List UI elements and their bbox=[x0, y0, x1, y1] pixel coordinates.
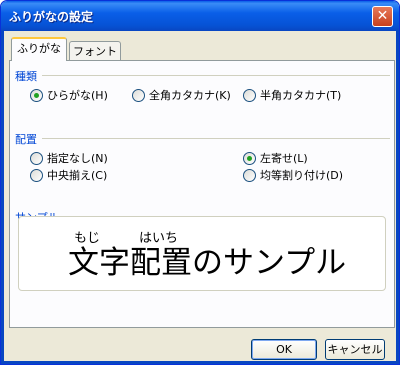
window-frame-left bbox=[1, 31, 4, 364]
title-bar[interactable]: ふりがなの設定 ✕ bbox=[1, 1, 399, 31]
radio-label: ひらがな(H) bbox=[47, 89, 108, 102]
radio-unchecked-icon bbox=[243, 88, 256, 102]
radio-label: 半角カタカナ(T) bbox=[260, 89, 342, 102]
tab-label: ふりがな bbox=[17, 42, 61, 55]
window-frame-bottom bbox=[1, 361, 399, 364]
tab-furigana[interactable]: ふりがな bbox=[11, 37, 67, 61]
radio-center[interactable]: 中央揃え(C) bbox=[30, 167, 107, 183]
sample-ruby-moji: もじ bbox=[74, 231, 101, 246]
align-group-label: 配置 bbox=[15, 133, 37, 146]
dialog-window: ふりがなの設定 ✕ ふりがな フォント 種類 ひらがな(H) 全角カタカナ(K)… bbox=[0, 0, 400, 365]
radio-unchecked-icon bbox=[132, 88, 145, 102]
radio-checked-icon bbox=[30, 88, 43, 102]
radio-none[interactable]: 指定なし(N) bbox=[30, 150, 108, 166]
radio-label: 均等割り付け(D) bbox=[260, 169, 344, 182]
type-group-label: 種類 bbox=[15, 70, 37, 83]
cancel-button[interactable]: キャンセル bbox=[325, 339, 385, 360]
tab-label: フォント bbox=[73, 45, 117, 58]
radio-label: 中央揃え(C) bbox=[47, 169, 108, 182]
sample-text: 文字配置のサンプル bbox=[68, 245, 347, 281]
radio-label: 全角カタカナ(K) bbox=[149, 89, 231, 102]
radio-zenkaku-katakana[interactable]: 全角カタカナ(K) bbox=[132, 87, 231, 103]
radio-hankaku-katakana[interactable]: 半角カタカナ(T) bbox=[243, 87, 341, 103]
radio-left[interactable]: 左寄せ(L) bbox=[243, 150, 308, 166]
tab-font[interactable]: フォント bbox=[69, 41, 121, 61]
window-title: ふりがなの設定 bbox=[9, 10, 94, 24]
radio-unchecked-icon bbox=[243, 168, 256, 182]
radio-distributed[interactable]: 均等割り付け(D) bbox=[243, 167, 343, 183]
sample-ruby-haichi: はいち bbox=[139, 231, 179, 246]
sample-preview: もじ はいち 文字配置のサンプル bbox=[18, 216, 386, 291]
radio-label: 左寄せ(L) bbox=[260, 152, 308, 165]
radio-unchecked-icon bbox=[30, 168, 43, 182]
radio-unchecked-icon bbox=[30, 151, 43, 165]
window-frame-right bbox=[396, 31, 399, 364]
type-group-divider bbox=[42, 75, 390, 76]
close-icon: ✕ bbox=[376, 8, 389, 24]
tab-panel: 種類 ひらがな(H) 全角カタカナ(K) 半角カタカナ(T) 配置 指定なし(N… bbox=[9, 60, 395, 328]
ok-button[interactable]: OK bbox=[251, 339, 317, 360]
align-group-divider bbox=[42, 138, 390, 139]
radio-hiragana[interactable]: ひらがな(H) bbox=[30, 87, 108, 103]
radio-checked-icon bbox=[243, 151, 256, 165]
close-button[interactable]: ✕ bbox=[372, 6, 393, 27]
radio-label: 指定なし(N) bbox=[47, 152, 108, 165]
